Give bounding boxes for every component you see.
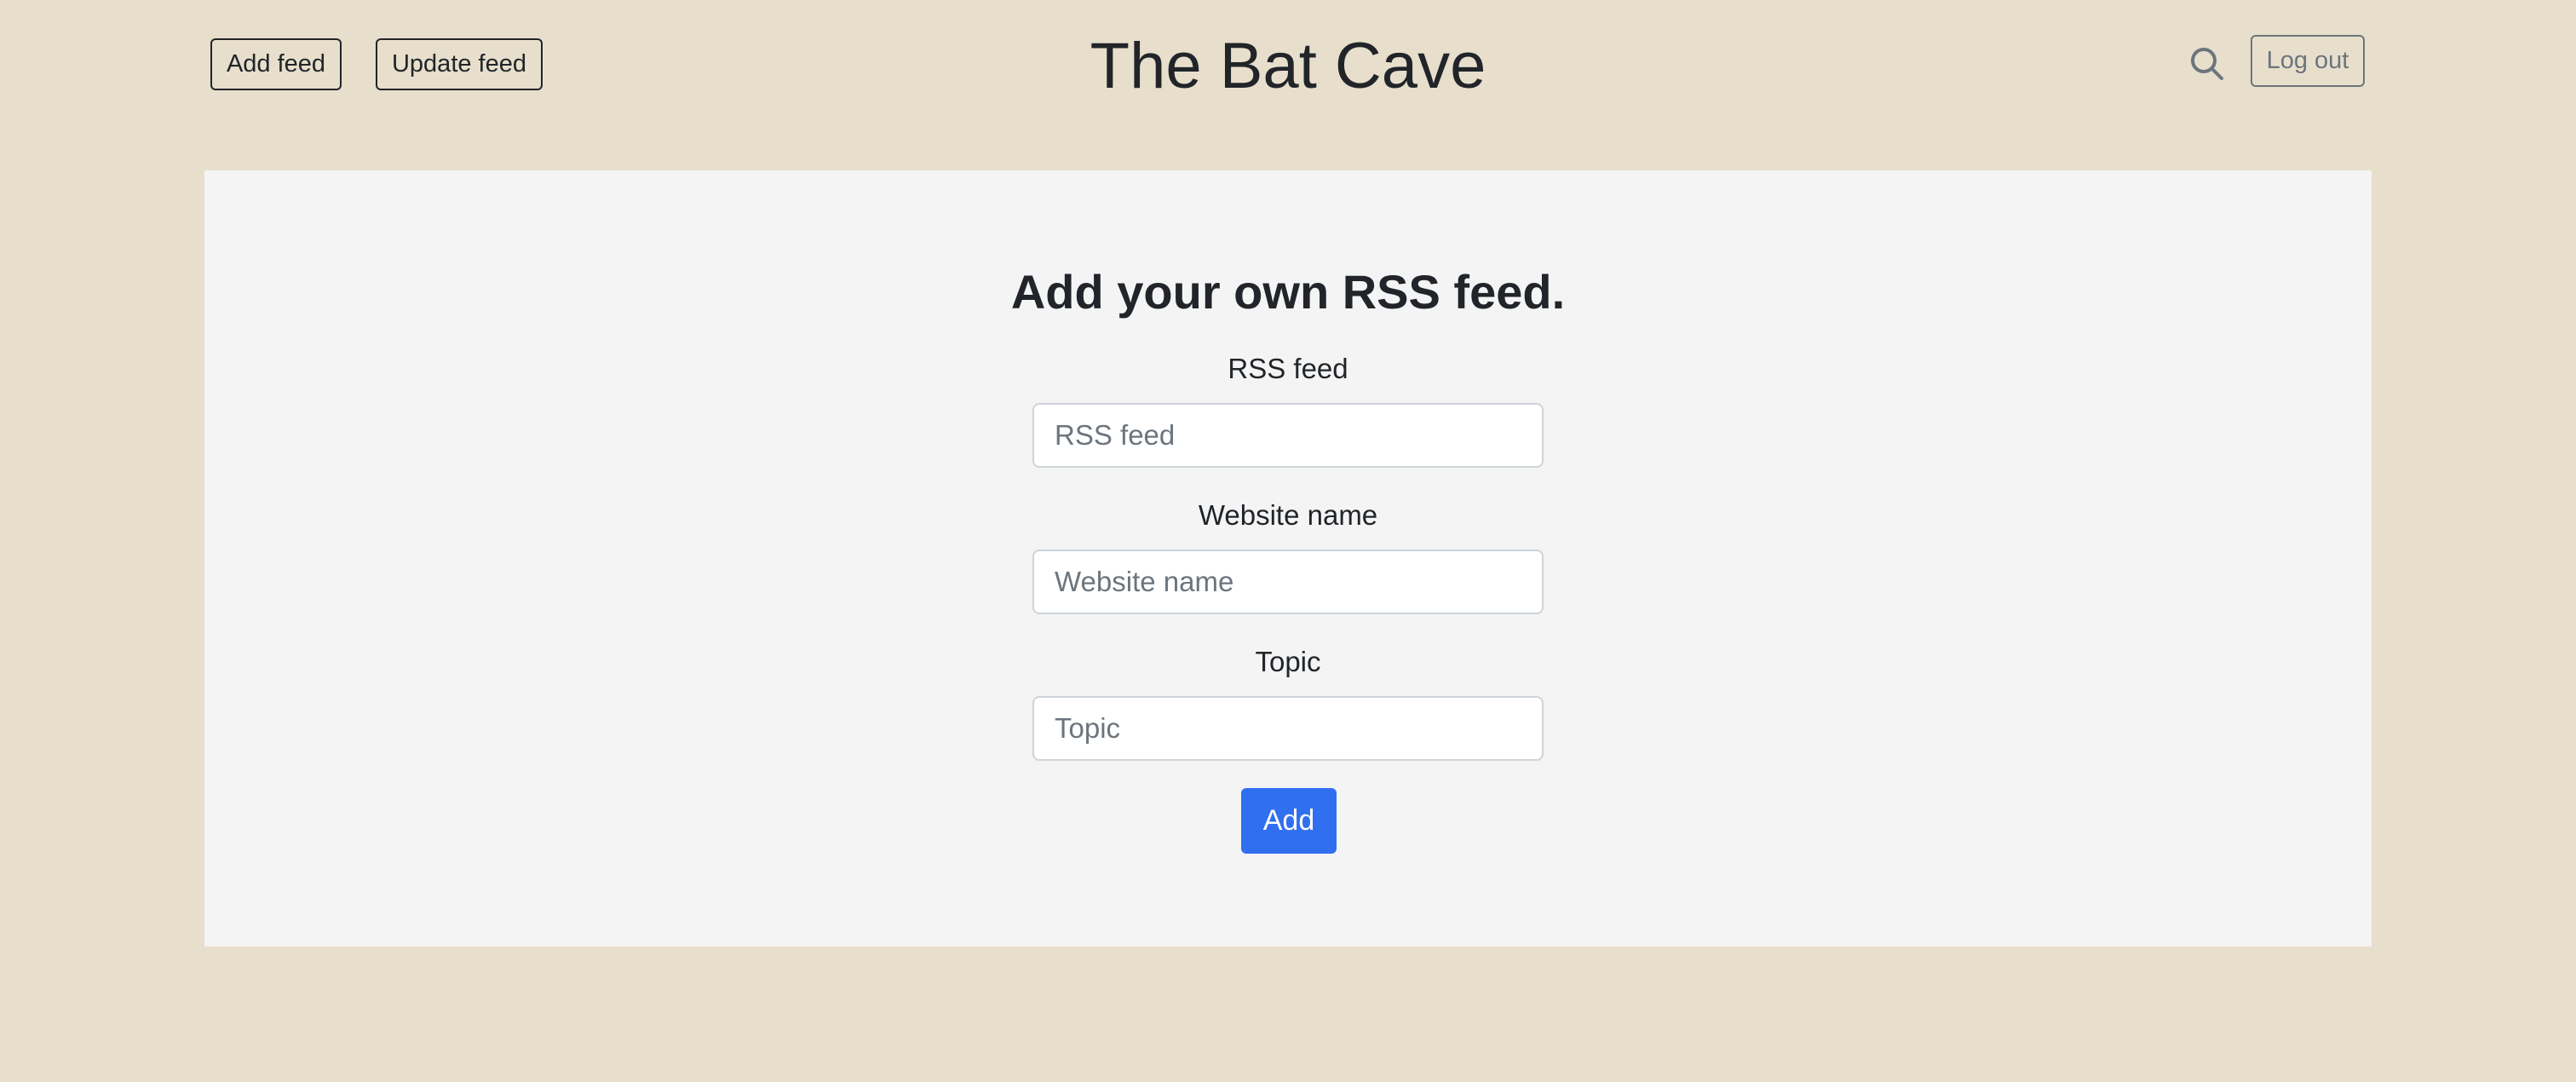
website-name-label: Website name xyxy=(1198,499,1378,531)
topic-input[interactable] xyxy=(1032,696,1544,761)
search-icon xyxy=(2191,48,2223,80)
rss-feed-input[interactable] xyxy=(1032,403,1544,468)
rss-feed-label: RSS feed xyxy=(1228,353,1348,384)
add-feed-panel: Add your own RSS feed. RSS feed Website … xyxy=(204,170,2372,947)
site-header: Add feed Update feed The Bat Cave Log ou… xyxy=(0,0,2576,170)
add-submit-button[interactable]: Add xyxy=(1241,788,1337,854)
topic-label: Topic xyxy=(1255,646,1321,677)
search-button[interactable] xyxy=(2186,43,2228,85)
website-name-input[interactable] xyxy=(1032,550,1544,614)
logout-button[interactable]: Log out xyxy=(2251,35,2365,87)
form-title: Add your own RSS feed. xyxy=(1010,265,1566,319)
